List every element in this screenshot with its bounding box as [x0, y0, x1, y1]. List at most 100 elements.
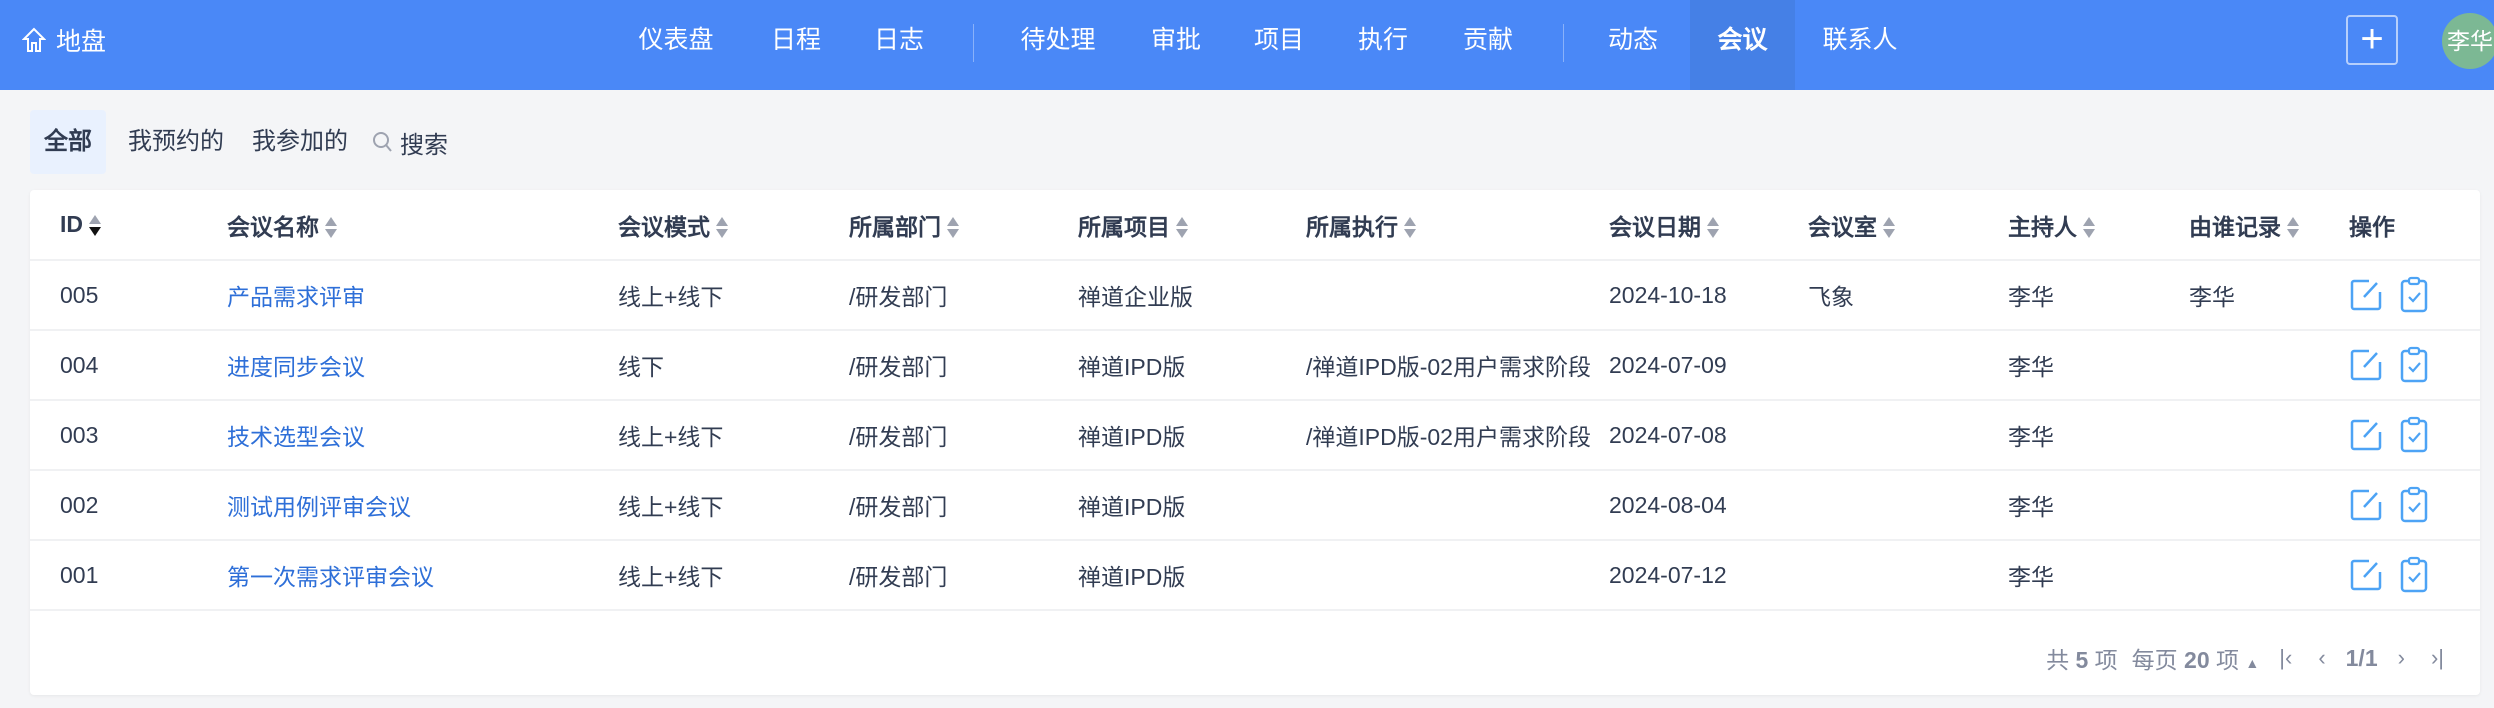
table-cell: 2024-07-08 [1609, 400, 1808, 471]
column-header[interactable]: 由谁记录 [2189, 190, 2349, 261]
cell-value: 李华 [2008, 284, 2054, 310]
actions-cell [2349, 330, 2480, 401]
first-page-icon[interactable]: |‹ [2273, 645, 2298, 671]
edit-icon[interactable] [2349, 418, 2383, 452]
meeting-name-link[interactable]: 测试用例评审会议 [227, 494, 411, 520]
search-button[interactable]: 搜索 [362, 125, 448, 160]
column-header[interactable]: 会议名称 [227, 190, 618, 261]
tab-joined[interactable]: 我参加的 [238, 110, 362, 174]
page-indicator: 1/1 [2345, 644, 2378, 671]
edit-icon[interactable] [2349, 348, 2383, 382]
meeting-name-link[interactable]: 产品需求评审 [227, 284, 365, 310]
column-header[interactable]: 主持人 [2008, 190, 2189, 261]
sort-icon[interactable] [1883, 216, 1895, 240]
edit-icon[interactable] [2349, 558, 2383, 592]
nav-contribution[interactable]: 贡献 [1460, 0, 1516, 90]
column-header[interactable]: 所属部门 [849, 190, 1078, 261]
last-page-icon[interactable]: ›| [2425, 645, 2450, 671]
table-cell [1808, 330, 2008, 401]
prev-page-icon[interactable]: ‹ [2312, 645, 2331, 671]
nav-execution[interactable]: 执行 [1355, 0, 1411, 90]
table-cell: 禅道IPD版 [1078, 540, 1306, 611]
column-header[interactable]: 会议室 [1808, 190, 2008, 261]
table-row: 004 进度同步会议 线下/研发部门 禅道IPD版/禅道IPD版-02用户需求阶段 20… [30, 330, 2480, 401]
nav-meeting[interactable]: 会议 [1690, 0, 1795, 90]
minutes-icon[interactable] [2399, 346, 2429, 384]
nav-divider [1563, 24, 1564, 62]
column-header[interactable]: 会议日期 [1609, 190, 1808, 261]
cell-value: 李华 [2008, 424, 2054, 450]
table-cell: /研发部门 [849, 400, 1078, 471]
plus-icon: + [2360, 17, 2384, 61]
column-header[interactable]: 会议模式 [618, 190, 849, 261]
nav-project[interactable]: 项目 [1251, 0, 1307, 90]
table-cell [2189, 330, 2349, 401]
sort-icon[interactable] [89, 214, 101, 238]
add-button[interactable]: + [2346, 15, 2398, 65]
column-header[interactable]: ID [30, 190, 227, 261]
next-page-icon[interactable]: › [2392, 645, 2411, 671]
table-cell: 004 [30, 330, 227, 401]
cell-value: 禅道IPD版 [1078, 494, 1186, 520]
nav-approval[interactable]: 审批 [1148, 0, 1204, 90]
nav-dynamic[interactable]: 动态 [1605, 0, 1661, 90]
table-cell: 李华 [2008, 400, 2189, 471]
minutes-icon[interactable] [2399, 486, 2429, 524]
table-cell: 001 [30, 540, 227, 611]
column-header[interactable]: 所属执行 [1306, 190, 1609, 261]
nav-todo[interactable]: 待处理 [1016, 0, 1100, 90]
minutes-icon[interactable] [2399, 276, 2429, 314]
table-cell: 技术选型会议 [227, 400, 618, 471]
edit-icon[interactable] [2349, 488, 2383, 522]
home-icon [22, 27, 46, 52]
table-cell [1808, 400, 2008, 471]
nav-contacts[interactable]: 联系人 [1818, 0, 1902, 90]
nav-dashboard[interactable]: 仪表盘 [636, 0, 716, 90]
meeting-name-link[interactable]: 技术选型会议 [227, 424, 365, 450]
cell-value: 禅道IPD版 [1078, 564, 1186, 590]
table-header: ID 会议名称 会议模式 所属部门 所属项目 所属执行 会议日期 会议室 主持人 由谁记录 操作 [30, 190, 2480, 261]
column-header-label: 操作 [2349, 213, 2395, 240]
table-row: 001 第一次需求评审会议 线上+线下/研发部门 禅道IPD版 2024-07-12 李华 [30, 540, 2480, 611]
cell-value: 李华 [2008, 494, 2054, 520]
sort-icon[interactable] [1176, 216, 1188, 240]
minutes-icon[interactable] [2399, 416, 2429, 454]
cell-value: 2024-07-08 [1609, 421, 1727, 448]
avatar[interactable]: 李华 [2442, 13, 2494, 69]
column-header-label: 所属部门 [849, 213, 941, 240]
cell-value: /研发部门 [849, 424, 948, 450]
actions-cell [2349, 470, 2480, 541]
minutes-icon[interactable] [2399, 556, 2429, 594]
sort-icon[interactable] [947, 216, 959, 240]
nav-schedule[interactable]: 日程 [768, 0, 824, 90]
cell-value: 2024-07-09 [1609, 351, 1727, 378]
tab-all[interactable]: 全部 [30, 110, 106, 174]
cell-value: 禅道企业版 [1078, 284, 1193, 310]
column-header[interactable]: 所属项目 [1078, 190, 1306, 261]
sort-icon[interactable] [2287, 216, 2299, 240]
sort-icon[interactable] [325, 216, 337, 240]
sort-icon[interactable] [1707, 216, 1719, 240]
nav-log[interactable]: 日志 [871, 0, 927, 90]
table-cell: 2024-08-04 [1609, 470, 1808, 541]
nav-divider [973, 24, 974, 62]
sort-icon[interactable] [1404, 216, 1416, 240]
edit-icon[interactable] [2349, 278, 2383, 312]
table-cell: 线上+线下 [618, 470, 849, 541]
table-cell [2189, 540, 2349, 611]
meeting-name-link[interactable]: 进度同步会议 [227, 354, 365, 380]
sort-icon[interactable] [716, 216, 728, 240]
meeting-name-link[interactable]: 第一次需求评审会议 [227, 564, 434, 590]
sort-icon[interactable] [2083, 216, 2095, 240]
table-cell [1306, 260, 1609, 331]
page-size-select[interactable]: 每页 20 项 ▲ [2132, 641, 2260, 675]
tab-booked[interactable]: 我预约的 [114, 110, 238, 174]
table-cell: 2024-07-09 [1609, 330, 1808, 401]
table-cell [1808, 540, 2008, 611]
filter-tabs: 全部 我预约的 我参加的 搜索 [30, 110, 448, 174]
brand-home[interactable]: 地盘 [22, 0, 106, 80]
cell-value: 003 [60, 421, 99, 448]
table-cell: 2024-07-12 [1609, 540, 1808, 611]
table-cell: 线上+线下 [618, 260, 849, 331]
table-cell: 禅道企业版 [1078, 260, 1306, 331]
